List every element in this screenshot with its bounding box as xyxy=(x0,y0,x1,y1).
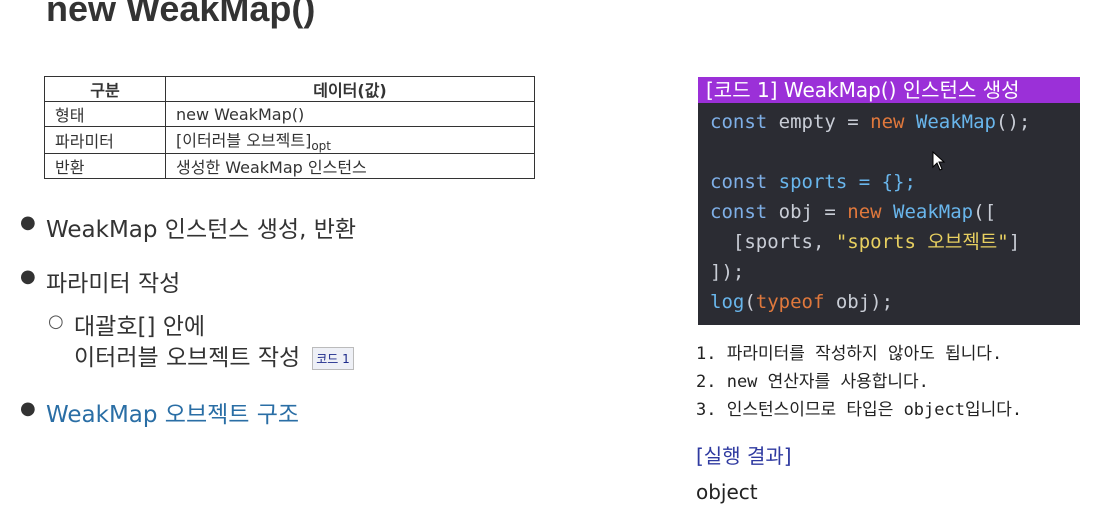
optional-suffix: opt xyxy=(311,139,332,153)
bullet-item-create: WeakMap 인스턴스 생성, 반환 xyxy=(46,217,357,243)
bullet-dot-icon: ● xyxy=(20,212,36,233)
row-value: 생성한 WeakMap 인스턴스 xyxy=(165,153,535,179)
note-item: 2. new 연산자를 사용합니다. xyxy=(696,372,929,392)
code-function: WeakMap xyxy=(904,111,996,133)
code-keyword-typeof: typeof xyxy=(755,291,825,313)
page-title: new WeakMap() xyxy=(46,0,316,29)
code-line: const empty = new WeakMap(); xyxy=(710,107,1080,137)
table-header-category: 구분 xyxy=(44,76,166,102)
weakmap-structure-link[interactable]: WeakMap 오브젝트 구조 xyxy=(46,395,299,429)
code-text: ] xyxy=(1008,231,1021,253)
row-value: [이터러블 오브젝트] xyxy=(176,131,312,150)
row-label: 반환 xyxy=(44,153,166,179)
code-panel: [코드 1] WeakMap() 인스턴스 생성 const empty = n… xyxy=(698,77,1080,325)
table-row: 반환 생성한 WeakMap 인스턴스 xyxy=(44,153,535,179)
code-reference-chip[interactable]: 코드 1 xyxy=(312,347,354,370)
code-keyword: const xyxy=(710,201,768,223)
code-keyword-new: new xyxy=(847,201,882,223)
bullet-dot-icon: ● xyxy=(20,266,36,287)
note-item: 1. 파라미터를 작성하지 않아도 됩니다. xyxy=(696,344,1003,364)
mouse-cursor-icon xyxy=(932,151,946,171)
result-heading: [실행 결과] xyxy=(696,444,792,468)
code-block: const empty = new WeakMap(); const sport… xyxy=(698,103,1080,317)
code-panel-title: [코드 1] WeakMap() 인스턴스 생성 xyxy=(698,77,1080,103)
sub-bullet-circle-icon: ○ xyxy=(48,311,64,332)
bullet-dot-icon: ● xyxy=(20,398,36,419)
code-text: [sports, xyxy=(710,231,836,253)
code-text: (); xyxy=(996,111,1031,133)
sub-bullet-line2: 이터러블 오브젝트 작성 xyxy=(74,345,301,371)
spec-table: 구분 데이터(값) 형태 new WeakMap() 파라미터 [이터러블 오브… xyxy=(44,76,535,179)
code-function: log xyxy=(710,291,745,313)
code-line: [sports, "sports 오브젝트"] xyxy=(710,227,1080,257)
code-text: ]); xyxy=(710,261,745,283)
row-label: 파라미터 xyxy=(44,126,166,154)
notes-list: 1. 파라미터를 작성하지 않아도 됩니다. 2. new 연산자를 사용합니다… xyxy=(696,340,1022,424)
bullet-item-parameter: 파라미터 작성 xyxy=(46,271,181,297)
code-line: const sports = {}; xyxy=(710,167,1080,197)
table-header-row: 구분 데이터(값) xyxy=(44,76,535,102)
code-text: sports = {}; xyxy=(767,171,916,193)
code-text: ([ xyxy=(973,201,997,223)
table-row: 파라미터 [이터러블 오브젝트]opt xyxy=(44,126,535,154)
code-line: const obj = new WeakMap([ xyxy=(710,197,1080,227)
sub-bullet-line2-row: 이터러블 오브젝트 작성 코드 1 xyxy=(74,338,354,372)
table-header-value: 데이터(값) xyxy=(165,76,535,102)
sub-bullet-line1: 대괄호[] 안에 xyxy=(74,314,206,340)
code-keyword: const xyxy=(710,111,768,133)
code-keyword: const xyxy=(710,171,768,193)
code-line: ]); xyxy=(710,257,1080,287)
row-value-cell: [이터러블 오브젝트]opt xyxy=(165,126,535,154)
code-text: ( xyxy=(744,291,756,313)
row-value: new WeakMap() xyxy=(165,101,535,127)
code-text: obj); xyxy=(824,291,894,313)
result-value: object xyxy=(696,480,758,504)
table-row: 형태 new WeakMap() xyxy=(44,101,535,127)
code-keyword-new: new xyxy=(870,111,905,133)
code-function: WeakMap xyxy=(881,201,974,223)
code-text: obj = xyxy=(767,201,848,223)
code-line: log(typeof obj); xyxy=(710,287,1080,317)
row-label: 형태 xyxy=(44,101,166,127)
code-text: empty = xyxy=(767,111,871,133)
code-string: "sports 오브젝트" xyxy=(835,231,1009,253)
note-item: 3. 인스턴스이므로 타입은 object입니다. xyxy=(696,400,1023,420)
